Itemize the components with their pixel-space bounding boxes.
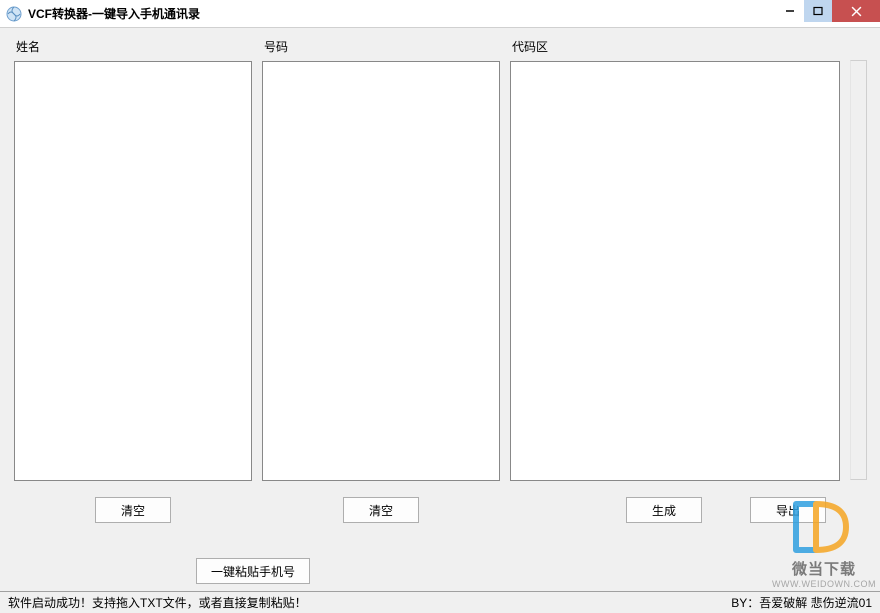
close-button[interactable] [832, 0, 880, 22]
paste-numbers-button[interactable]: 一键粘贴手机号 [196, 558, 310, 584]
maximize-button[interactable] [804, 0, 832, 22]
clear-number-button[interactable]: 清空 [343, 497, 419, 523]
name-column: 姓名 清空 [14, 38, 252, 523]
minimize-button[interactable] [776, 0, 804, 22]
main-content: 姓名 清空 号码 清空 代码区 生成 导出 [0, 28, 880, 613]
window-controls [776, 0, 880, 22]
generate-button[interactable]: 生成 [626, 497, 702, 523]
watermark-url: WWW.WEIDOWN.COM [772, 579, 876, 589]
watermark-text: 微当下载 [772, 558, 876, 579]
number-textarea[interactable] [262, 61, 500, 481]
status-right: BY：吾爱破解 悲伤逆流01 [731, 594, 872, 611]
code-column: 代码区 生成 导出 [510, 38, 840, 523]
window-title: VCF转换器-一键导入手机通讯录 [28, 5, 200, 22]
export-button[interactable]: 导出 [750, 497, 826, 523]
code-textarea[interactable] [510, 61, 840, 481]
name-textarea[interactable] [14, 61, 252, 481]
name-label: 姓名 [14, 38, 252, 55]
code-label: 代码区 [510, 38, 840, 55]
number-column: 号码 清空 [262, 38, 500, 523]
titlebar: VCF转换器-一键导入手机通讯录 [0, 0, 880, 28]
clear-name-button[interactable]: 清空 [95, 497, 171, 523]
number-label: 号码 [262, 38, 500, 55]
statusbar: 软件启动成功！支持拖入TXT文件，或者直接复制粘贴！ BY：吾爱破解 悲伤逆流0… [0, 591, 880, 613]
scrollbar-track[interactable] [850, 60, 867, 480]
status-left: 软件启动成功！支持拖入TXT文件，或者直接复制粘贴！ [8, 594, 307, 611]
paste-row: 一键粘贴手机号 [196, 548, 310, 584]
app-icon [6, 6, 22, 22]
